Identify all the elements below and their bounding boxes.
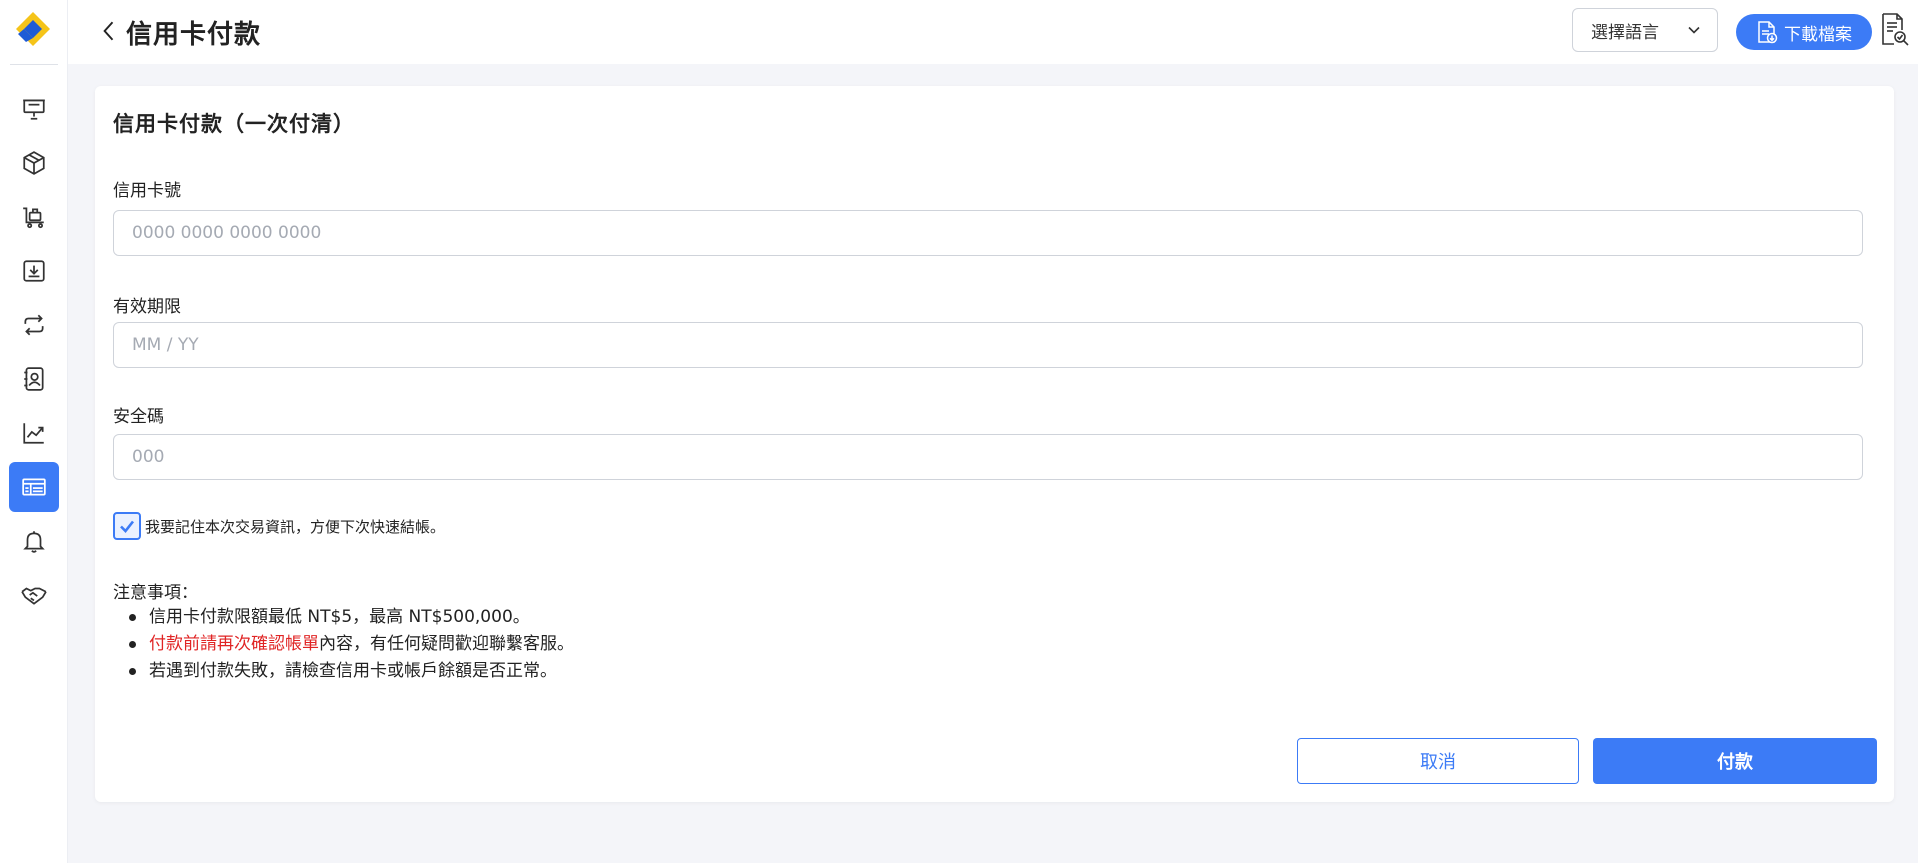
note-item: 若遇到付款失敗，請檢查信用卡或帳戶餘額是否正常。 xyxy=(113,658,574,685)
remember-info-checkbox[interactable] xyxy=(113,512,141,540)
back-button[interactable] xyxy=(98,16,120,46)
expiry-label: 有效期限 xyxy=(113,297,181,317)
download-files-button[interactable]: 下載檔案 xyxy=(1736,14,1872,50)
document-search-icon xyxy=(1882,13,1909,46)
download-files-label: 下載檔案 xyxy=(1784,24,1852,45)
note-highlight-text: 付款前請再次確認帳單 xyxy=(149,634,319,654)
inbox-download-icon xyxy=(23,260,45,282)
form-title: 信用卡付款（一次付清） xyxy=(113,112,355,136)
handshake-icon xyxy=(21,587,47,605)
line-chart-icon xyxy=(23,423,44,444)
billing-list-icon xyxy=(22,478,46,496)
cvc-label: 安全碼 xyxy=(113,407,164,427)
note-item: 信用卡付款限額最低 NT$5，最高 NT$500,000。 xyxy=(113,604,574,631)
credit-card-payment-card: 信用卡付款（一次付清） 信用卡號 有效期限 安全碼 我要記住本次交易資訊，方便下… xyxy=(95,86,1894,802)
language-select-label: 選擇語言 xyxy=(1591,22,1659,43)
sidebar xyxy=(0,0,68,863)
brand-logo-icon[interactable] xyxy=(14,10,52,48)
repeat-icon xyxy=(24,314,44,336)
pay-button[interactable]: 付款 xyxy=(1593,738,1877,784)
sidebar-item-products[interactable] xyxy=(9,138,59,188)
chevron-left-icon xyxy=(103,21,114,41)
chevron-down-icon xyxy=(1688,26,1700,34)
sidebar-item-partners[interactable] xyxy=(9,570,59,620)
note-text: 信用卡付款限額最低 NT$5，最高 NT$500,000。 xyxy=(149,607,530,627)
sidebar-item-presentation[interactable] xyxy=(9,84,59,134)
note-text: 若遇到付款失敗，請檢查信用卡或帳戶餘額是否正常。 xyxy=(149,661,557,681)
bell-icon xyxy=(23,531,45,553)
remember-info-option: 我要記住本次交易資訊，方便下次快速結帳。 xyxy=(113,512,445,540)
sidebar-item-notifications[interactable] xyxy=(9,516,59,566)
sidebar-item-billing[interactable] xyxy=(9,462,59,512)
checkmark-icon xyxy=(120,520,135,533)
top-bar: 信用卡付款 選擇語言 下載檔案 xyxy=(68,0,1918,64)
cancel-button[interactable]: 取消 xyxy=(1297,738,1579,784)
remember-info-label: 我要記住本次交易資訊，方便下次快速結帳。 xyxy=(145,517,446,536)
card-number-label: 信用卡號 xyxy=(113,181,181,201)
package-box-icon xyxy=(23,151,45,175)
page-title: 信用卡付款 xyxy=(126,20,262,50)
file-download-icon xyxy=(1758,21,1778,44)
contact-book-icon xyxy=(24,367,44,391)
expiry-input[interactable] xyxy=(113,322,1863,368)
sidebar-item-contacts[interactable] xyxy=(9,354,59,404)
sidebar-item-inbound[interactable] xyxy=(9,246,59,296)
language-select[interactable]: 選擇語言 xyxy=(1572,8,1718,52)
presentation-board-icon xyxy=(23,99,45,120)
sidebar-item-returns[interactable] xyxy=(9,300,59,350)
document-search-button[interactable] xyxy=(1880,12,1910,48)
notes-title: 注意事項： xyxy=(113,583,198,603)
sidebar-item-reports[interactable] xyxy=(9,408,59,458)
card-number-input[interactable] xyxy=(113,210,1863,256)
sidebar-divider xyxy=(10,64,58,65)
notes-list: 信用卡付款限額最低 NT$5，最高 NT$500,000。 付款前請再次確認帳單… xyxy=(113,604,574,685)
sidebar-item-orders[interactable] xyxy=(9,192,59,242)
cvc-input[interactable] xyxy=(113,434,1863,480)
note-item: 付款前請再次確認帳單內容，有任何疑問歡迎聯繫客服。 xyxy=(113,631,574,658)
cart-trolley-icon xyxy=(23,207,44,229)
note-text: 內容，有任何疑問歡迎聯繫客服。 xyxy=(319,634,574,654)
